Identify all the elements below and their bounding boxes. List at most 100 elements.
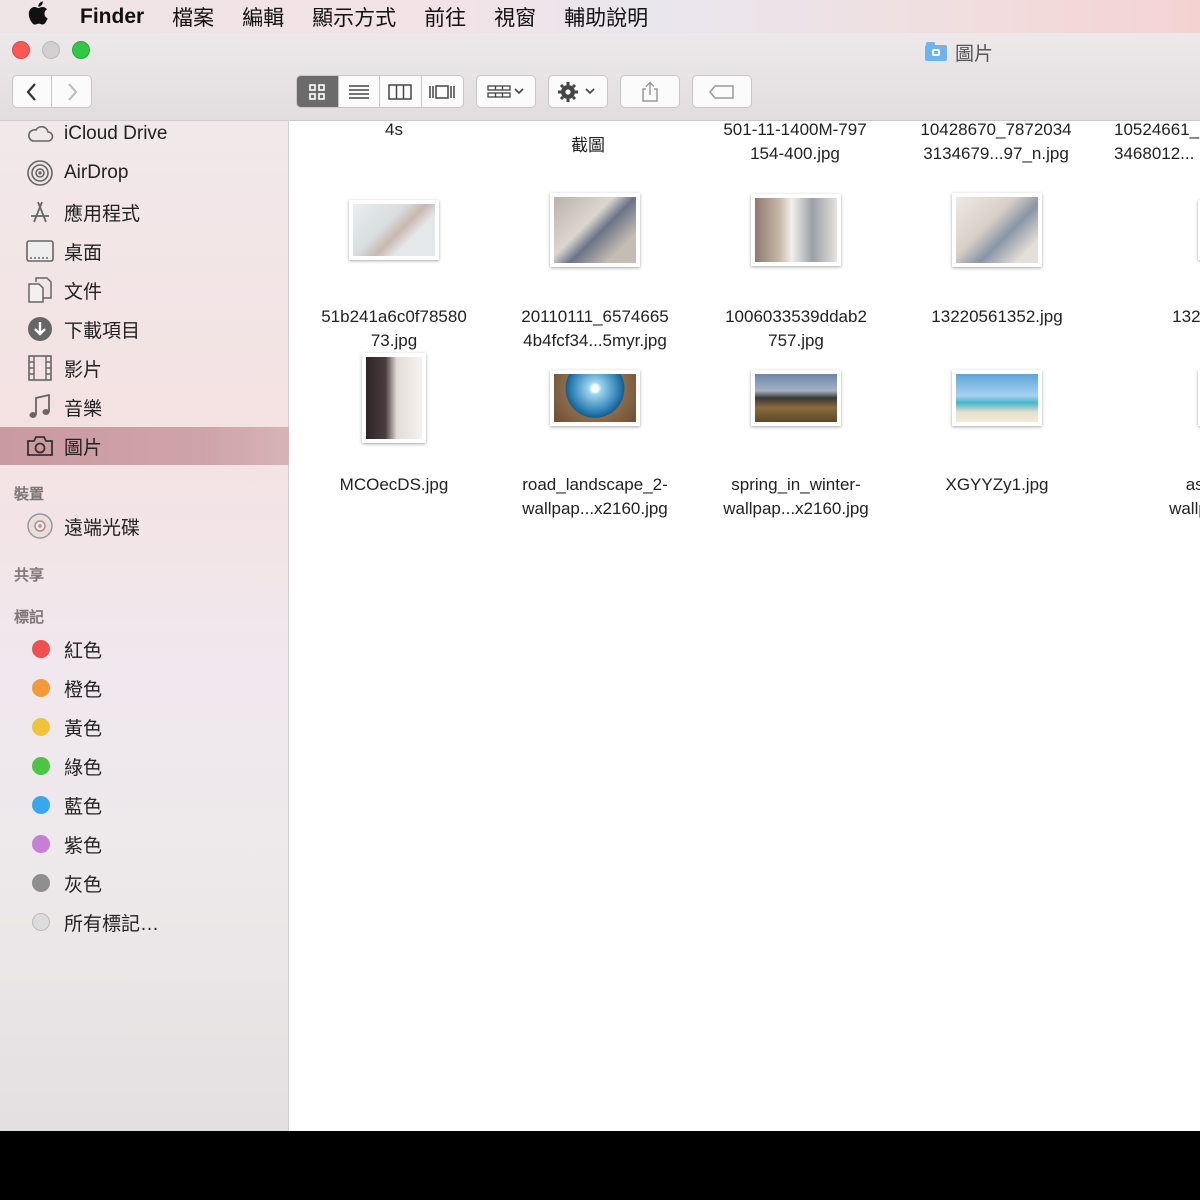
file-item[interactable]: 4s [299, 121, 489, 142]
sidebar-tag-purple[interactable]: 紫色 [0, 825, 289, 863]
sidebar-item-movies[interactable]: 影片 [0, 349, 289, 387]
sidebar-item-label: 桌面 [64, 242, 103, 264]
file-name: MCOecDS.jpg [339, 475, 449, 494]
image-thumbnail [550, 370, 640, 426]
menu-file[interactable]: 檔案 [172, 2, 214, 32]
file-name: 10428670_7872034 [920, 121, 1072, 139]
image-thumbnail [362, 353, 426, 443]
documents-icon [26, 276, 54, 304]
sidebar-tag-yellow[interactable]: 黃色 [0, 708, 289, 746]
image-thumbnail [751, 370, 841, 426]
sidebar: iCloud Drive AirDrop 應用程式 桌面 文件 下載項目 影片 … [0, 121, 289, 1131]
image-thumbnail [751, 194, 841, 266]
file-name: spring_in_winter- [731, 475, 861, 494]
blue-tag-dot-icon [32, 796, 50, 814]
sidebar-item-applications[interactable]: 應用程式 [0, 193, 289, 231]
image-thumbnail [550, 193, 640, 267]
sidebar-item-label: 橙色 [64, 679, 103, 701]
file-item[interactable]: XGYYZy1.jpg [902, 323, 1092, 497]
disc-icon [26, 512, 54, 540]
sidebar-item-pictures[interactable]: 圖片 [0, 427, 289, 465]
gray-tag-dot-icon [32, 874, 50, 892]
menu-window[interactable]: 視窗 [494, 2, 536, 32]
sidebar-item-label: 綠色 [64, 757, 103, 779]
red-tag-dot-icon [32, 640, 50, 658]
orange-tag-dot-icon [32, 679, 50, 697]
cover-flow-view-button[interactable] [422, 76, 463, 107]
column-view-button[interactable] [380, 76, 422, 107]
sidebar-item-label: AirDrop [64, 162, 129, 183]
sidebar-item-label: 文件 [64, 281, 103, 303]
image-thumbnail [349, 200, 439, 260]
edit-tags-button[interactable] [692, 75, 752, 108]
file-item[interactable]: spring_in_winter- wallpap...x2160.jpg [701, 323, 891, 521]
window-title: 圖片 [925, 39, 993, 66]
toolbar: 圖片 [0, 33, 1200, 121]
sidebar-item-documents[interactable]: 文件 [0, 271, 289, 309]
columns-icon [388, 83, 412, 100]
minimize-window-button[interactable] [42, 41, 60, 59]
tag-icon [709, 84, 734, 99]
image-thumbnail [952, 193, 1042, 267]
sidebar-tag-green[interactable]: 綠色 [0, 747, 289, 785]
sidebar-tag-orange[interactable]: 橙色 [0, 669, 289, 707]
sidebar-item-music[interactable]: 音樂 [0, 388, 289, 426]
action-button[interactable] [548, 75, 608, 108]
zoom-window-button[interactable] [72, 41, 90, 59]
file-item[interactable]: 13229265 [1103, 155, 1200, 329]
file-name-line2: wallpap... [1169, 499, 1200, 518]
finder-window: 圖片 iCloud Drive AirDrop 應用程式 桌面 文件 下載項目 … [0, 33, 1200, 1131]
sidebar-item-label: 遠端光碟 [64, 517, 141, 539]
sidebar-item-label: 黃色 [64, 718, 103, 740]
sidebar-item-remote-disc[interactable]: 遠端光碟 [0, 507, 289, 545]
file-item[interactable]: road_landscape_2- wallpap...x2160.jpg [500, 323, 690, 521]
gear-icon [558, 81, 595, 102]
sidebar-item-label: 音樂 [64, 398, 103, 420]
menu-go[interactable]: 前往 [424, 2, 466, 32]
menu-help[interactable]: 輔助說明 [564, 2, 648, 32]
apple-menu-icon[interactable] [28, 1, 70, 32]
file-icon-grid: 4s 截圖 501-11-1400M-797 154-400.jpg 10428… [290, 121, 1200, 1131]
menu-app-finder[interactable]: Finder [80, 5, 144, 29]
sidebar-all-tags[interactable]: 所有標記… [0, 903, 289, 941]
sidebar-tag-red[interactable]: 紅色 [0, 630, 289, 668]
menu-edit[interactable]: 編輯 [242, 2, 284, 32]
file-name: ashinok [1185, 475, 1200, 494]
image-thumbnail [952, 370, 1042, 426]
sidebar-item-label: 藍色 [64, 796, 103, 818]
sidebar-item-label: 紫色 [64, 835, 103, 857]
sidebar-item-label: 下載項目 [64, 320, 141, 342]
forward-button[interactable] [52, 75, 92, 108]
sidebar-item-icloud-drive[interactable]: iCloud Drive [0, 115, 289, 153]
list-icon [348, 84, 369, 99]
icon-view-button[interactable] [297, 76, 339, 107]
file-name: road_landscape_2- [522, 475, 668, 494]
close-window-button[interactable] [12, 41, 30, 59]
sidebar-item-label: 影片 [64, 359, 103, 381]
sidebar-item-label: 圖片 [64, 437, 103, 459]
sidebar-item-downloads[interactable]: 下載項目 [0, 310, 289, 348]
share-button[interactable] [620, 75, 680, 108]
file-item[interactable]: MCOecDS.jpg [299, 323, 489, 497]
chevron-left-icon [26, 82, 36, 101]
sidebar-item-label: iCloud Drive [64, 123, 168, 144]
pictures-folder-icon [925, 41, 947, 61]
list-view-button[interactable] [339, 76, 380, 107]
sidebar-item-desktop[interactable]: 桌面 [0, 232, 289, 270]
grid-icon [309, 83, 326, 100]
chevron-right-icon [67, 82, 77, 101]
sidebar-tag-gray[interactable]: 灰色 [0, 864, 289, 902]
sidebar-item-label: 應用程式 [64, 203, 141, 225]
sidebar-item-airdrop[interactable]: AirDrop [0, 154, 289, 192]
movies-icon [26, 354, 54, 382]
music-note-icon [26, 393, 54, 421]
sidebar-tag-blue[interactable]: 藍色 [0, 786, 289, 824]
file-item[interactable]: 13220561352.jpg [902, 155, 1092, 329]
menu-view[interactable]: 顯示方式 [312, 2, 396, 32]
back-button[interactable] [12, 75, 52, 108]
arrange-button[interactable] [476, 75, 536, 108]
file-item[interactable]: ashinok wallpap... [1103, 323, 1200, 521]
file-name: 10524661_ [1114, 121, 1200, 139]
file-name: 501-11-1400M-797 [723, 121, 867, 139]
green-tag-dot-icon [32, 757, 50, 775]
